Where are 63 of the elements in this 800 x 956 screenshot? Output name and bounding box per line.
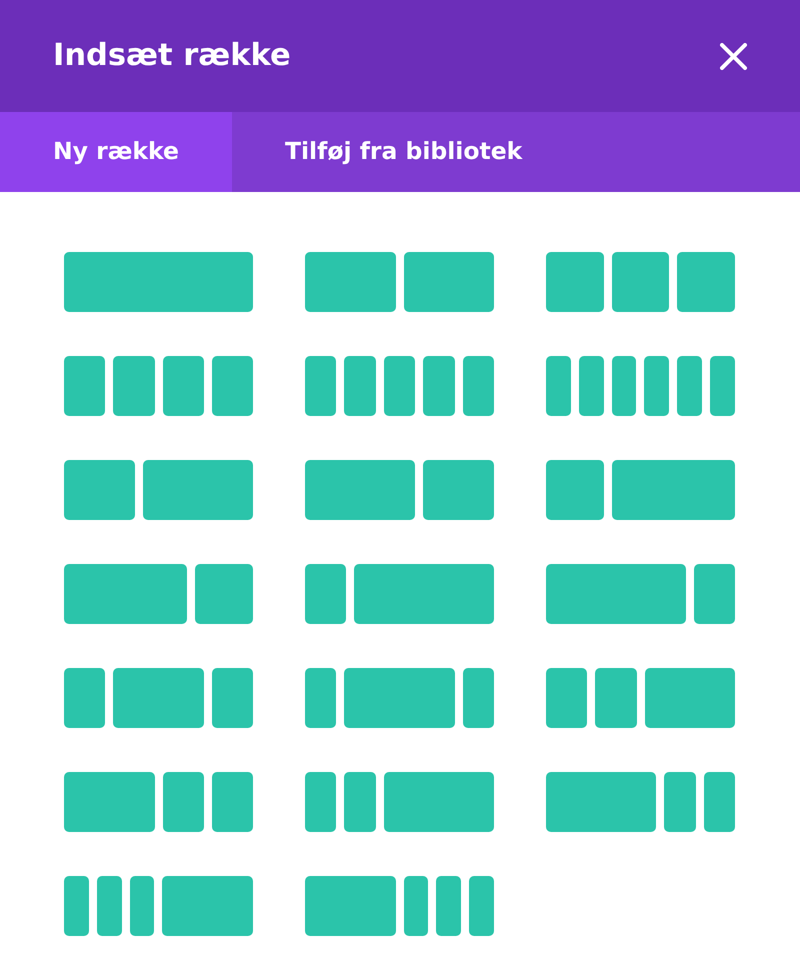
column-block[interactable] bbox=[710, 356, 735, 416]
column-block[interactable] bbox=[694, 564, 735, 624]
column-block[interactable] bbox=[130, 876, 154, 936]
column-block[interactable] bbox=[423, 356, 455, 416]
column-block[interactable] bbox=[436, 876, 462, 936]
column-block[interactable] bbox=[469, 876, 494, 936]
column-block[interactable] bbox=[64, 876, 89, 936]
column-block[interactable] bbox=[96, 876, 122, 936]
column-block[interactable] bbox=[578, 356, 604, 416]
column-block[interactable] bbox=[305, 252, 396, 312]
column-block[interactable] bbox=[305, 356, 336, 416]
column-block[interactable] bbox=[64, 564, 188, 624]
column-block[interactable] bbox=[64, 668, 106, 728]
column-block[interactable] bbox=[113, 356, 154, 416]
column-block[interactable] bbox=[595, 668, 636, 728]
column-block[interactable] bbox=[64, 772, 154, 832]
column-block[interactable] bbox=[664, 772, 696, 832]
column-block[interactable] bbox=[644, 668, 735, 728]
column-block[interactable] bbox=[344, 356, 376, 416]
column-block[interactable] bbox=[195, 564, 253, 624]
column-block[interactable] bbox=[64, 460, 135, 520]
column-block[interactable] bbox=[162, 356, 204, 416]
column-block[interactable] bbox=[113, 668, 204, 728]
column-block[interactable] bbox=[305, 772, 336, 832]
column-block[interactable] bbox=[344, 772, 376, 832]
column-block[interactable] bbox=[612, 460, 735, 520]
column-block[interactable] bbox=[462, 356, 494, 416]
column-block[interactable] bbox=[612, 252, 670, 312]
column-block[interactable] bbox=[546, 252, 604, 312]
tab[interactable]: Ny række bbox=[0, 112, 232, 192]
column-block[interactable] bbox=[162, 772, 204, 832]
column-block[interactable] bbox=[212, 356, 253, 416]
column-block[interactable] bbox=[462, 668, 494, 728]
column-block[interactable] bbox=[423, 460, 494, 520]
column-block[interactable] bbox=[404, 252, 494, 312]
column-block[interactable] bbox=[404, 876, 428, 936]
column-block[interactable] bbox=[704, 772, 735, 832]
column-block[interactable] bbox=[612, 356, 636, 416]
column-block[interactable] bbox=[305, 876, 396, 936]
column-block[interactable] bbox=[305, 460, 416, 520]
column-block[interactable] bbox=[384, 772, 494, 832]
column-block[interactable] bbox=[344, 668, 455, 728]
column-block[interactable] bbox=[212, 668, 253, 728]
column-block[interactable] bbox=[305, 564, 346, 624]
column-block[interactable] bbox=[305, 668, 336, 728]
close-icon bbox=[720, 42, 747, 70]
column-block[interactable] bbox=[546, 668, 588, 728]
column-block[interactable] bbox=[546, 564, 686, 624]
column-block[interactable] bbox=[546, 460, 604, 520]
column-block[interactable] bbox=[677, 356, 702, 416]
column-block[interactable] bbox=[354, 564, 494, 624]
column-block[interactable] bbox=[64, 252, 253, 312]
column-block[interactable] bbox=[162, 876, 253, 936]
tab[interactable]: Tilføj fra bibliotek bbox=[232, 112, 576, 192]
column-block[interactable] bbox=[644, 356, 670, 416]
column-block[interactable] bbox=[546, 356, 571, 416]
column-block[interactable] bbox=[212, 772, 253, 832]
column-block[interactable] bbox=[142, 460, 253, 520]
column-block[interactable] bbox=[384, 356, 416, 416]
column-block[interactable] bbox=[546, 772, 656, 832]
modal-title: Indsæt række bbox=[53, 38, 291, 74]
column-block[interactable] bbox=[64, 356, 106, 416]
column-block[interactable] bbox=[677, 252, 735, 312]
